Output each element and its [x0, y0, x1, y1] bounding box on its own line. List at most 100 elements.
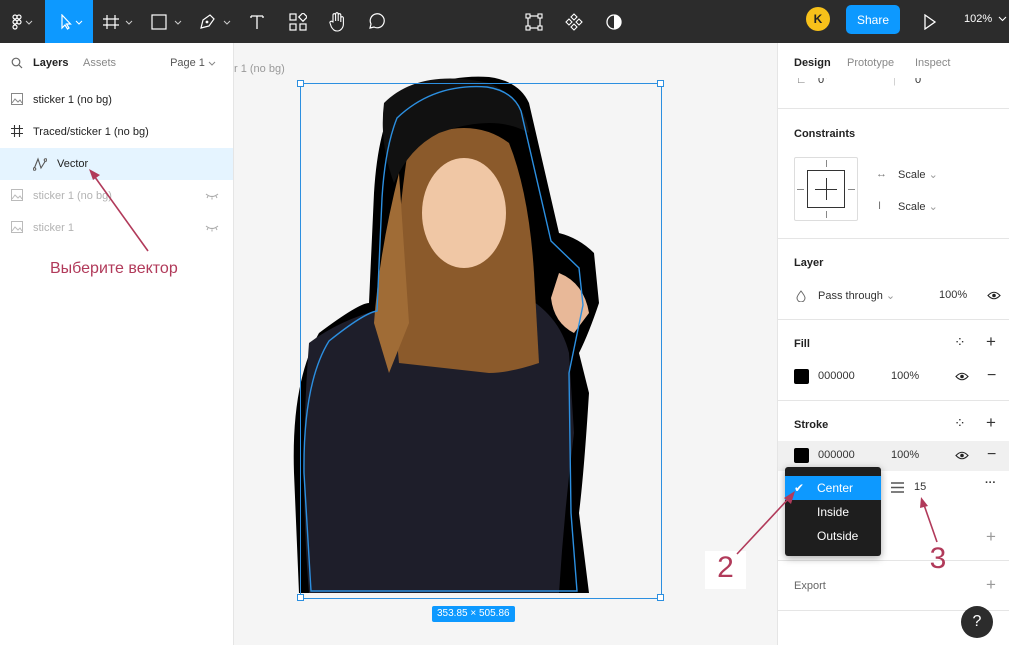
annotation-select-vector: Выберите вектор	[50, 260, 178, 277]
hand-tool-button[interactable]	[325, 0, 349, 43]
tab-design[interactable]: Design	[794, 57, 831, 69]
comment-bubble-icon	[369, 12, 385, 29]
tab-prototype[interactable]: Prototype	[847, 57, 894, 69]
page-selector[interactable]: Page 1	[170, 57, 216, 69]
frame-label: r 1 (no bg)	[234, 63, 285, 75]
stroke-weight[interactable]: 15	[914, 481, 926, 493]
export-title: Export	[794, 580, 826, 592]
frame-icon	[103, 14, 133, 29]
more-icon[interactable]: ···	[985, 78, 996, 84]
add-fill-icon[interactable]: +	[986, 332, 996, 352]
zoom-menu[interactable]: 102%	[964, 13, 1007, 25]
resize-handle[interactable]	[657, 80, 664, 87]
remove-fill-icon[interactable]: −	[987, 367, 996, 385]
radius-icon: |	[893, 78, 896, 86]
annotation-arrow	[920, 497, 938, 543]
stroke-settings-icon[interactable]: ···	[985, 477, 996, 489]
constraint-line	[815, 189, 837, 190]
vertical-constraint-icon: I	[878, 200, 882, 212]
chevron-down-icon: ⌄	[928, 201, 938, 213]
radius-value[interactable]: 0	[915, 78, 921, 86]
blend-mode-select[interactable]: Pass through ⌄	[818, 289, 895, 302]
constraint-tick	[826, 211, 827, 218]
page-name: Page 1	[170, 57, 205, 69]
fill-hex[interactable]: 000000	[818, 370, 855, 382]
canvas[interactable]: r 1 (no bg) 353.85 × 505.86	[234, 43, 777, 645]
fill-opacity[interactable]: 100%	[891, 370, 919, 382]
search-icon[interactable]	[11, 57, 23, 69]
rotation-row: ∟ 0° | 0 ···	[778, 78, 1009, 94]
stroke-hex[interactable]: 000000	[818, 449, 855, 461]
add-stroke-icon[interactable]: +	[986, 413, 996, 433]
horizontal-constraint-icon: ↔	[876, 168, 887, 180]
resize-handle[interactable]	[657, 594, 664, 601]
horizontal-constraint-value: Scale	[898, 169, 926, 181]
resources-button[interactable]	[286, 0, 310, 43]
scale-tool-button[interactable]	[522, 0, 546, 43]
constraint-tick	[848, 189, 855, 190]
menu-item-label: Inside	[817, 505, 850, 519]
text-tool-button[interactable]	[245, 0, 269, 43]
styles-grid-icon[interactable]: ⁘	[954, 334, 966, 351]
avatar-initial: K	[813, 12, 823, 26]
blend-drop-icon	[796, 290, 806, 302]
help-button[interactable]: ?	[961, 606, 993, 638]
create-component-button[interactable]	[562, 0, 586, 43]
eye-closed-icon[interactable]	[205, 192, 219, 200]
rotation-icon: ∟	[796, 78, 807, 86]
cursor-arrow-icon	[61, 13, 83, 30]
top-toolbar: K Share 102%	[0, 0, 1009, 43]
eye-icon[interactable]	[955, 372, 969, 381]
layer-row[interactable]: Traced/sticker 1 (no bg)	[0, 116, 233, 148]
eye-icon[interactable]	[987, 291, 1001, 300]
tab-assets[interactable]: Assets	[83, 57, 116, 69]
shape-tool-button[interactable]	[148, 0, 188, 43]
annotation-arrow	[736, 491, 795, 555]
layer-opacity[interactable]: 100%	[939, 289, 967, 301]
rotation-value[interactable]: 0°	[818, 78, 829, 86]
constraints-section: Constraints ↔ Scale ⌄ I Scale ⌄	[778, 108, 1009, 238]
selection-bounds	[300, 83, 662, 599]
resize-handle[interactable]	[297, 594, 304, 601]
share-button[interactable]: Share	[846, 5, 900, 34]
resize-handle[interactable]	[297, 80, 304, 87]
fill-color-swatch[interactable]	[794, 369, 809, 384]
constraint-tick	[797, 189, 804, 190]
stroke-color-swatch[interactable]	[794, 448, 809, 463]
image-icon	[11, 221, 23, 233]
comment-tool-button[interactable]	[364, 0, 388, 43]
layers-panel: Layers Assets Page 1 sticker 1 (no bg) T…	[0, 43, 234, 645]
user-avatar[interactable]: K	[806, 7, 830, 31]
chevron-down-icon	[998, 16, 1007, 22]
vertical-constraint-value: Scale	[898, 201, 926, 213]
add-effect-icon[interactable]: +	[986, 527, 996, 547]
frame-tool-button[interactable]	[100, 0, 140, 43]
main-menu-button[interactable]	[0, 0, 44, 43]
layer-label: sticker 1	[33, 222, 74, 234]
menu-item-label: Outside	[817, 529, 859, 543]
constraint-widget[interactable]	[794, 157, 858, 221]
add-export-icon[interactable]: +	[986, 575, 996, 595]
remove-stroke-icon[interactable]: −	[987, 446, 996, 464]
vertical-constraint-select[interactable]: Scale ⌄	[898, 200, 938, 213]
components-grid-icon	[289, 12, 307, 31]
layer-label: Traced/sticker 1 (no bg)	[33, 126, 149, 138]
menu-item-label: Center	[817, 481, 854, 495]
component-icon	[565, 12, 583, 31]
stroke-opacity[interactable]: 100%	[891, 449, 919, 461]
horizontal-constraint-select[interactable]: Scale ⌄	[898, 168, 938, 181]
eye-icon[interactable]	[955, 451, 969, 460]
zoom-level: 102%	[964, 13, 993, 25]
image-icon	[11, 189, 23, 201]
styles-grid-icon[interactable]: ⁘	[954, 415, 966, 432]
eye-closed-icon[interactable]	[205, 224, 219, 232]
vector-icon	[33, 157, 47, 171]
tab-inspect[interactable]: Inspect	[915, 57, 950, 69]
mask-button[interactable]	[602, 0, 626, 43]
move-tool-button[interactable]	[45, 0, 93, 43]
chevron-down-icon: ⌄	[928, 169, 938, 181]
tab-layers[interactable]: Layers	[33, 57, 68, 69]
present-button[interactable]	[918, 0, 942, 43]
pen-tool-button[interactable]	[196, 0, 236, 43]
layer-row[interactable]: sticker 1 (no bg)	[0, 84, 233, 116]
